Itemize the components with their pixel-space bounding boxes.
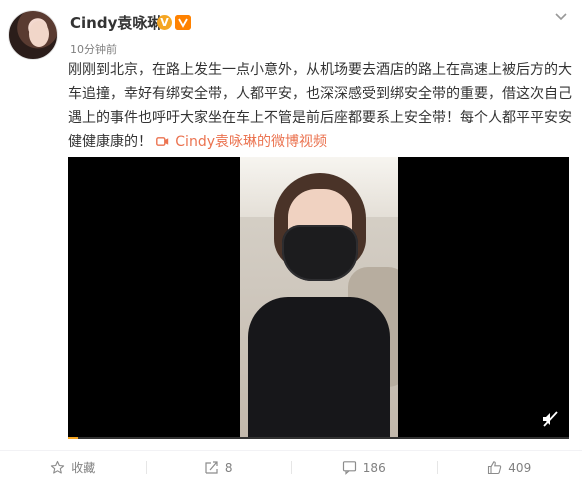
weibo-post: Cindy袁咏琳 V 10分钟前 刚刚到北京，在路上发生一点小意外，从机场要去酒…: [0, 0, 582, 484]
video-link-label: Cindy袁咏琳的微博视频: [175, 134, 327, 150]
thumbs-up-icon: [488, 461, 502, 475]
video-link[interactable]: Cindy袁咏琳的微博视频: [156, 134, 327, 150]
comment-icon: [342, 461, 356, 475]
volume-muted-icon[interactable]: [541, 410, 559, 428]
video-progress-bar[interactable]: [68, 437, 569, 439]
video-camera-icon: [156, 135, 173, 149]
verified-badge-icon[interactable]: V: [157, 15, 172, 30]
vip-badge-icon[interactable]: [175, 15, 191, 30]
face-mask: [282, 225, 358, 281]
post-text: 刚刚到北京，在路上发生一点小意外，从机场要去酒店的路上在高速上被后方的大车追撞，…: [68, 58, 572, 154]
chevron-down-icon[interactable]: [554, 12, 568, 22]
like-button[interactable]: 409: [436, 451, 582, 484]
action-bar: 收藏 8 186 409: [0, 451, 582, 484]
star-icon: [51, 460, 65, 474]
favorite-label: 收藏: [71, 461, 96, 475]
avatar-face: [29, 21, 49, 47]
repost-count: 8: [224, 460, 233, 475]
like-count: 409: [508, 460, 532, 475]
person-shirt: [248, 297, 390, 439]
video-progress-fill: [68, 437, 79, 439]
post-timestamp[interactable]: 10分钟前: [70, 41, 117, 57]
username[interactable]: Cindy袁咏琳: [70, 12, 162, 33]
avatar[interactable]: [8, 10, 58, 60]
favorite-button[interactable]: 收藏: [0, 451, 146, 484]
video-frame[interactable]: [240, 157, 398, 439]
share-icon: [205, 461, 218, 474]
repost-button[interactable]: 8: [145, 451, 292, 484]
comment-button[interactable]: 186: [291, 451, 437, 484]
comment-count: 186: [362, 460, 386, 475]
